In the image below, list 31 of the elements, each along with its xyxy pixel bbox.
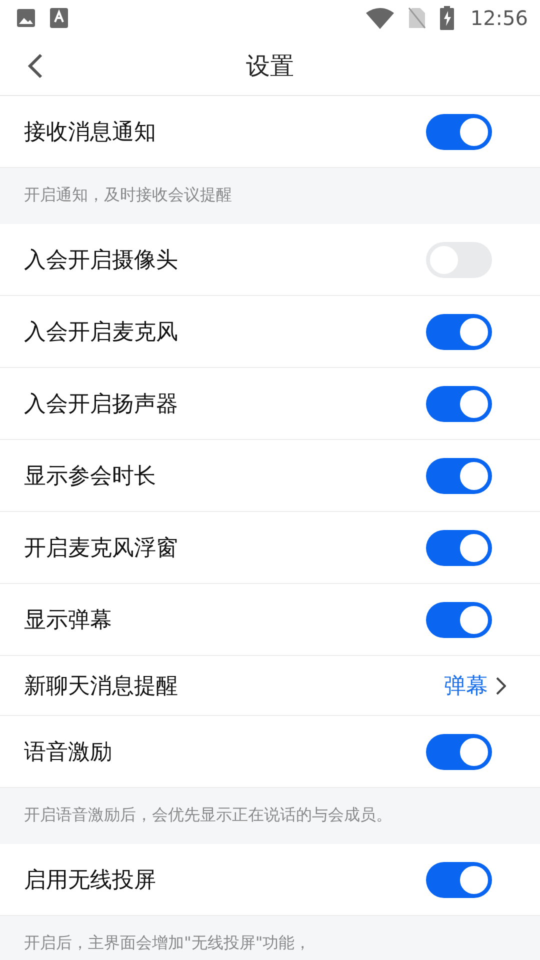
- toggle-switch[interactable]: [426, 386, 492, 422]
- setting-label: 显示弹幕: [24, 606, 113, 634]
- wifi-icon: [366, 7, 394, 29]
- hint-text: 开启通知，及时接收会议提醒: [24, 184, 232, 206]
- status-time: 12:56: [470, 6, 528, 30]
- setting-label: 入会开启摄像头: [24, 246, 179, 274]
- toggle-switch[interactable]: [426, 314, 492, 350]
- setting-label: 接收消息通知: [24, 118, 157, 146]
- battery-icon: [440, 6, 454, 30]
- setting-label: 入会开启麦克风: [24, 318, 179, 346]
- toggle-switch[interactable]: [426, 734, 492, 770]
- chevron-right-icon[interactable]: [496, 676, 506, 694]
- toggle-switch[interactable]: [426, 530, 492, 566]
- setting-label: 显示参会时长: [24, 462, 157, 490]
- setting-label: 入会开启扬声器: [24, 390, 179, 418]
- setting-label: 语音激励: [24, 738, 113, 766]
- page-title: 设置: [246, 50, 294, 82]
- hint-text: 开启后，主界面会增加"无线投屏"功能，: [24, 932, 311, 954]
- image-icon: [16, 8, 36, 28]
- setting-label: 开启麦克风浮窗: [24, 534, 179, 562]
- text-icon: [50, 8, 68, 28]
- toggle-switch[interactable]: [426, 602, 492, 638]
- hint-text: 开启语音激励后，会优先显示正在说话的与会成员。: [24, 804, 392, 826]
- no-sim-icon: [408, 7, 426, 29]
- toggle-switch[interactable]: [426, 114, 492, 150]
- toggle-switch[interactable]: [426, 862, 492, 898]
- back-icon[interactable]: [26, 53, 44, 79]
- setting-value[interactable]: 弹幕: [444, 670, 488, 700]
- setting-label: 启用无线投屏: [24, 866, 157, 894]
- toggle-switch[interactable]: [426, 458, 492, 494]
- setting-label: 新聊天消息提醒: [24, 672, 179, 700]
